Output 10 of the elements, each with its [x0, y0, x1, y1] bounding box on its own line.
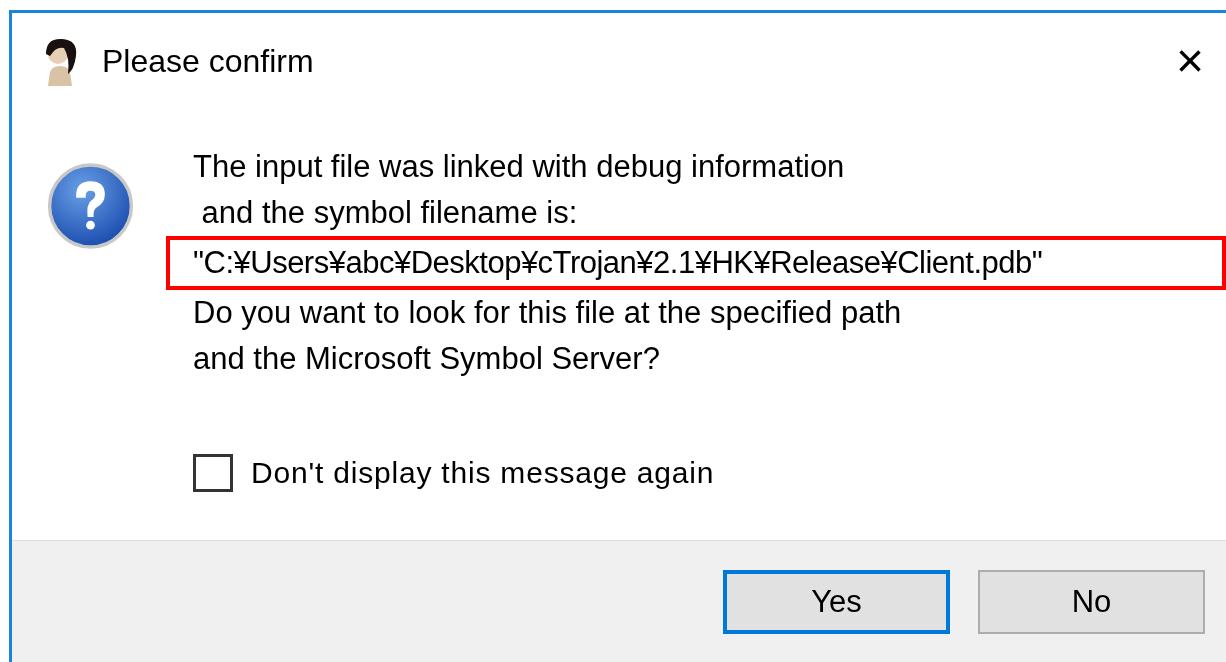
checkbox[interactable] [193, 453, 233, 492]
dialog-button[interactable]: Yes [723, 570, 950, 634]
window-title: Please confirm [102, 41, 314, 81]
close-button[interactable]: × [1175, 36, 1204, 85]
message-line: The input file was linked with debug information [193, 148, 846, 186]
message-line: and the Microsoft Symbol Server? [193, 340, 661, 378]
checkbox-label: Don't display this message again [251, 455, 715, 491]
message-line: and the symbol filename is: [200, 194, 579, 232]
message-line: Do you want to look for this file at the specified path [193, 294, 903, 332]
dialog-button[interactable]: No [978, 570, 1205, 634]
